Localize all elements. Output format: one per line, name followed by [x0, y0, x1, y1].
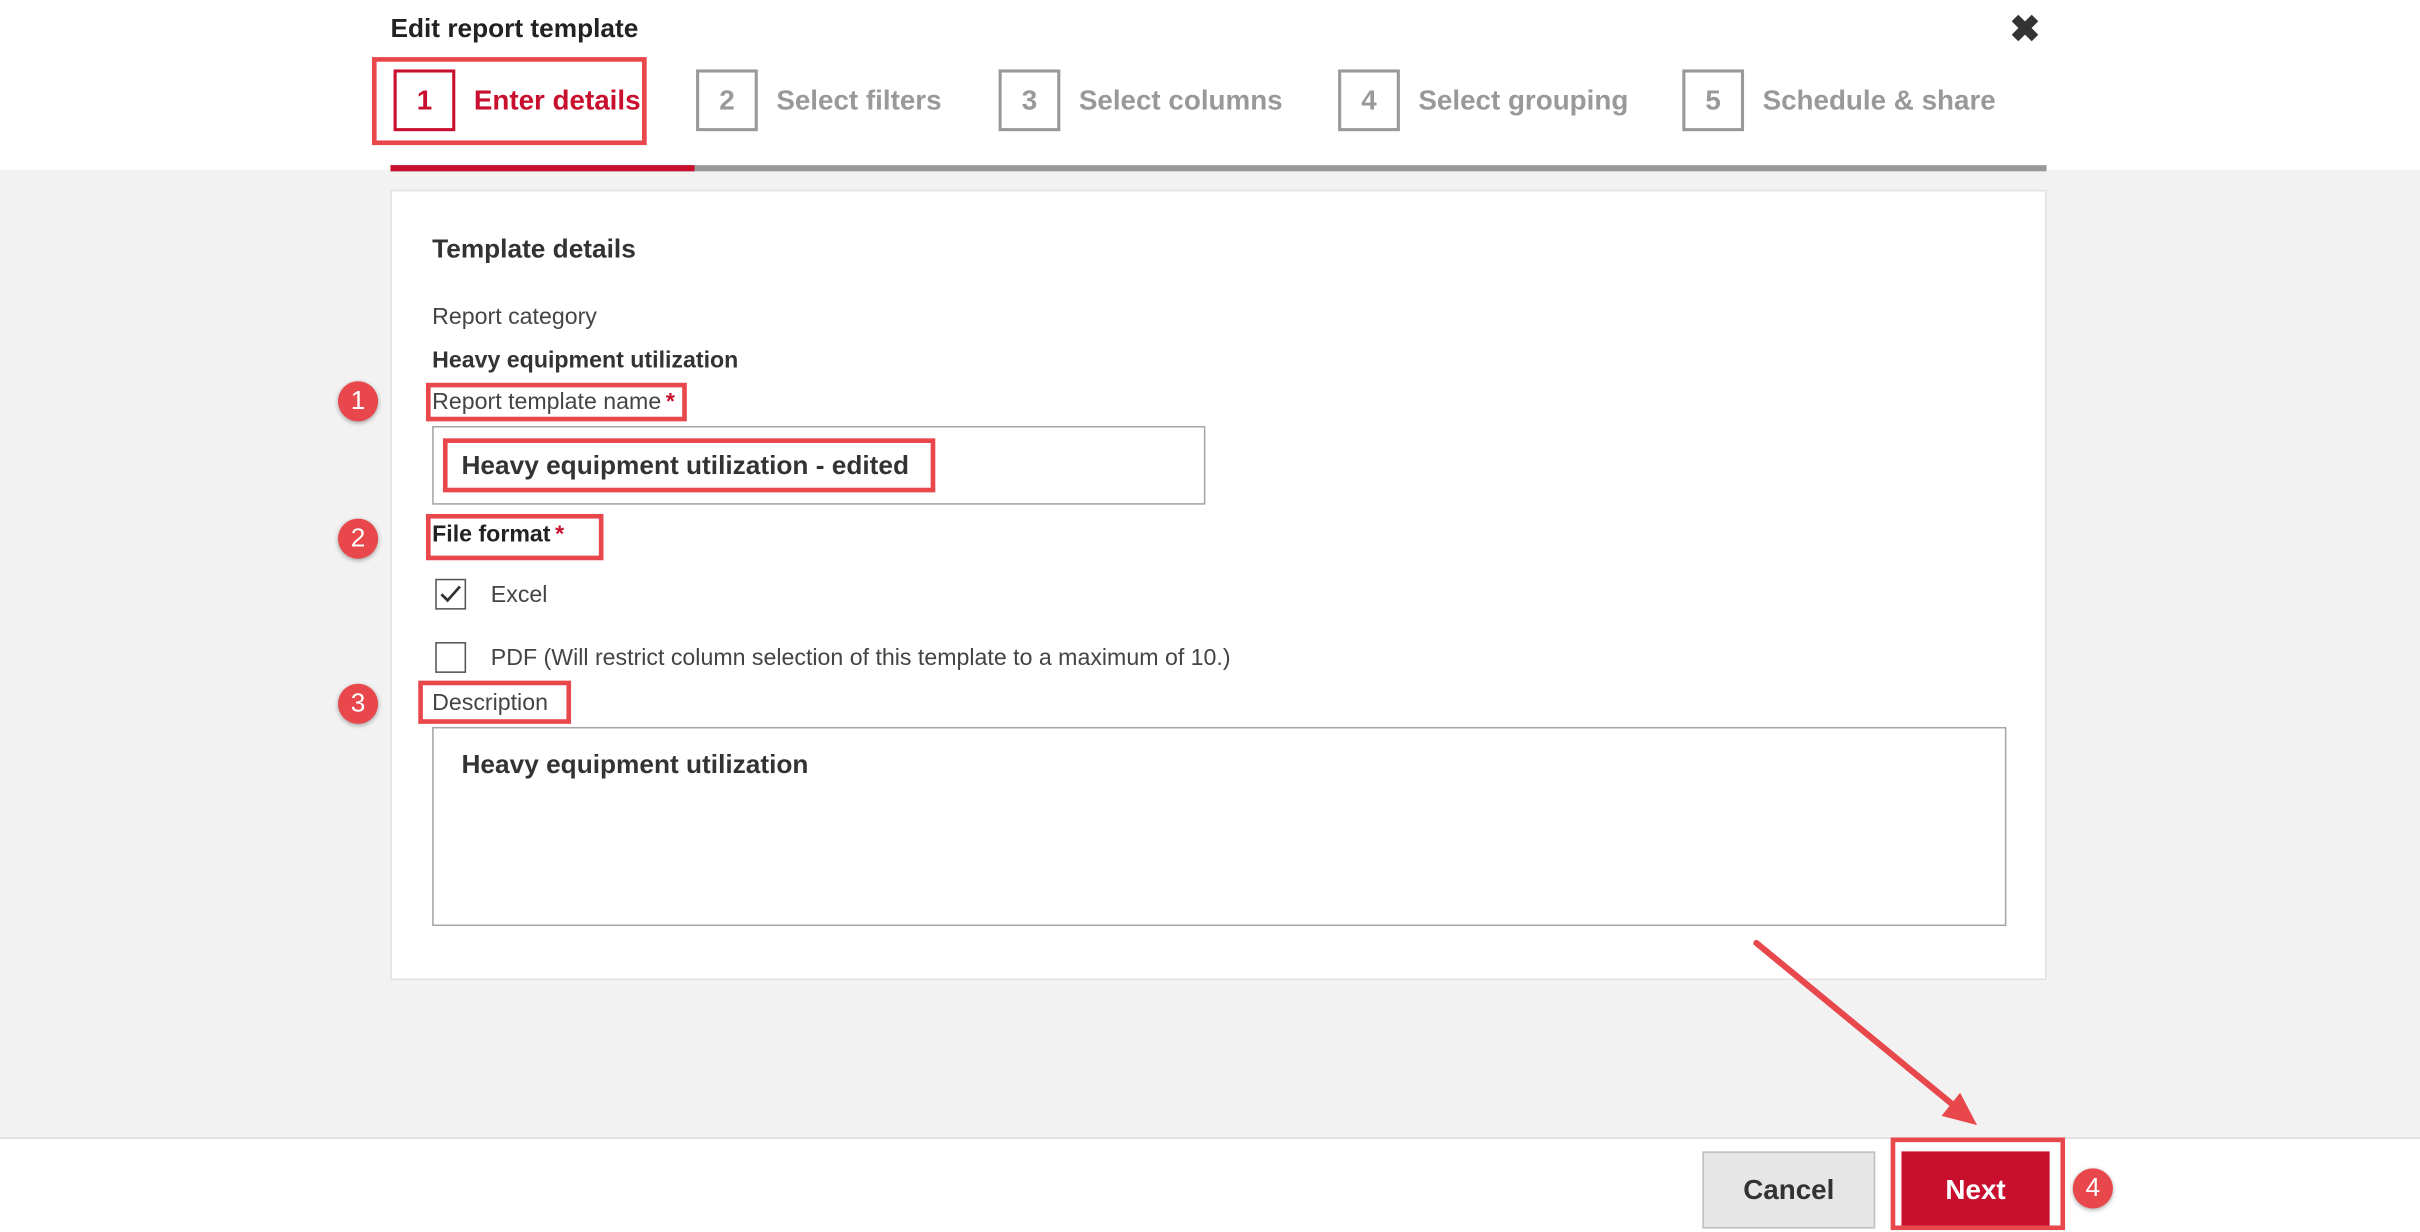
dialog-header: Edit report template ✖ 1 Enter details 2…	[0, 0, 2420, 167]
step-number: 1	[393, 69, 456, 132]
description-label: Description	[432, 689, 548, 717]
required-asterisk: *	[665, 388, 675, 416]
section-title: Template details	[432, 234, 636, 264]
step-number: 2	[696, 69, 758, 132]
label-text: File format	[432, 521, 551, 548]
dialog-footer	[0, 1137, 2420, 1232]
pdf-checkbox[interactable]	[435, 642, 467, 673]
step-select-filters[interactable]: 2 Select filters	[696, 66, 942, 134]
step-label: Select grouping	[1418, 84, 1629, 115]
excel-label: Excel	[490, 581, 548, 608]
cancel-button[interactable]: Cancel	[1702, 1151, 1876, 1229]
steps-progress-active	[390, 165, 695, 172]
dialog-title: Edit report template	[390, 13, 639, 44]
label-text: Report template name	[432, 388, 662, 416]
step-number: 3	[998, 69, 1061, 132]
pdf-label: PDF (Will restrict column selection of t…	[490, 644, 1231, 671]
step-label: Schedule & share	[1762, 84, 1996, 115]
file-format-label: File format *	[432, 522, 564, 548]
template-details-card: Template details Report category Heavy e…	[390, 189, 2047, 981]
input-value: Heavy equipment utilization - edited	[461, 449, 910, 480]
annotation-badge-4: 4	[2072, 1168, 2113, 1209]
step-schedule-share[interactable]: 5 Schedule & share	[1682, 66, 1996, 134]
report-template-name-label: Report template name *	[432, 389, 675, 415]
excel-checkbox-row[interactable]: Excel	[435, 578, 548, 610]
report-template-name-input[interactable]: Heavy equipment utilization - edited	[432, 425, 1206, 505]
step-select-columns[interactable]: 3 Select columns	[998, 66, 1283, 134]
step-label: Select filters	[776, 84, 942, 115]
step-enter-details[interactable]: 1 Enter details	[393, 66, 641, 134]
close-icon[interactable]: ✖	[2010, 8, 2041, 53]
step-label: Enter details	[473, 84, 641, 115]
description-textarea[interactable]: Heavy equipment utilization	[432, 726, 2007, 927]
textarea-value: Heavy equipment utilization	[461, 750, 809, 780]
next-button[interactable]: Next	[1901, 1151, 2050, 1229]
step-select-grouping[interactable]: 4 Select grouping	[1338, 66, 1628, 134]
report-category-label: Report category	[432, 304, 597, 331]
check-icon	[440, 585, 461, 603]
step-number: 5	[1682, 69, 1745, 132]
annotation-badge-3: 3	[338, 683, 379, 724]
annotation-badge-1: 1	[338, 381, 379, 422]
report-category-value: Heavy equipment utilization	[432, 347, 739, 374]
step-label: Select columns	[1078, 84, 1283, 115]
excel-checkbox[interactable]	[435, 578, 467, 610]
required-asterisk: *	[555, 521, 565, 548]
pdf-checkbox-row[interactable]: PDF (Will restrict column selection of t…	[435, 642, 1231, 673]
step-number: 4	[1338, 69, 1400, 132]
annotation-badge-2: 2	[338, 518, 379, 559]
